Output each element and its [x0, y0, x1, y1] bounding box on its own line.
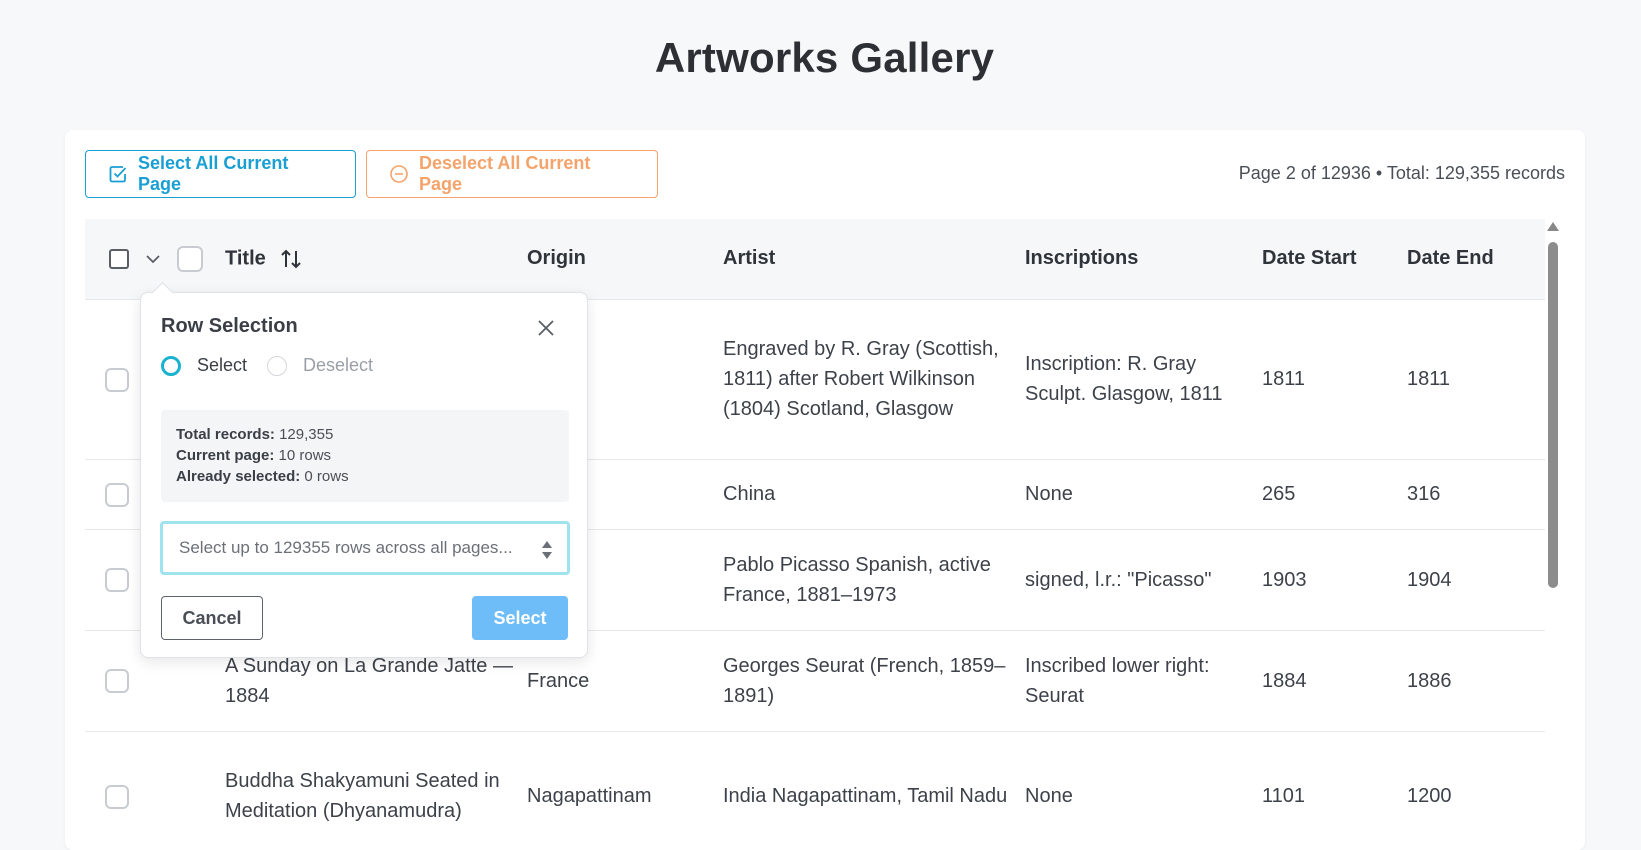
select-all-current-page-button[interactable]: Select All Current Page [85, 150, 356, 198]
cell-date-start: 1811 [1262, 368, 1306, 390]
table-header-row: Title Origin Artist Inscriptions Date St… [85, 219, 1545, 299]
column-header-title-label: Title [225, 247, 266, 270]
cell-date-start: 1903 [1262, 568, 1307, 591]
column-header-origin[interactable]: Origin [527, 219, 723, 299]
cell-date-start: 1884 [1262, 669, 1307, 692]
header-bulk-checkbox[interactable] [177, 245, 203, 272]
minus-circle-icon [390, 165, 408, 183]
pagination-info: Page 2 of 12936 • Total: 129,355 records [1238, 163, 1565, 183]
cell-date-start: 1101 [1262, 785, 1306, 808]
cancel-button[interactable]: Cancel [161, 596, 263, 640]
column-header-inscriptions[interactable]: Inscriptions [1025, 219, 1262, 299]
cell-artist: India Nagapattinam, Tamil Nadu [723, 785, 1008, 808]
scroll-up-arrow-icon[interactable] [1547, 222, 1559, 231]
close-icon[interactable] [533, 315, 559, 341]
cell-inscriptions: signed, l.r.: "Picasso" [1025, 568, 1212, 591]
vertical-scrollbar[interactable] [1545, 222, 1561, 825]
row-checkbox[interactable] [105, 367, 129, 392]
select-button[interactable]: Select [472, 596, 568, 640]
radio-select[interactable] [161, 355, 181, 376]
cell-artist: Georges Seurat (French, 1859–1891) [723, 654, 1006, 707]
scrollbar-thumb[interactable] [1548, 242, 1558, 588]
column-header-artist[interactable]: Artist [723, 219, 1025, 299]
cell-inscriptions: Inscribed lower right: Seurat [1025, 654, 1210, 707]
number-stepper-icon[interactable] [541, 539, 553, 561]
column-header-date-start[interactable]: Date Start [1262, 219, 1407, 299]
deselect-all-current-page-label: Deselect All Current Page [419, 153, 591, 194]
row-selection-popover: Row Selection Select Deselect Total reco… [140, 281, 588, 658]
column-header-date-end[interactable]: Date End [1407, 219, 1545, 299]
column-header-title[interactable]: Title [225, 219, 527, 299]
header-select-checkbox[interactable] [109, 248, 129, 269]
select-all-current-page-label: Select All Current Page [138, 153, 289, 194]
row-checkbox[interactable] [105, 784, 129, 809]
cell-date-end: 1886 [1407, 669, 1452, 692]
cell-inscriptions: Inscription: R. Gray Sculpt. Glasgow, 18… [1025, 353, 1223, 405]
radio-select-label[interactable]: Select [197, 355, 247, 376]
cell-inscriptions: None [1025, 785, 1073, 808]
chevron-down-icon[interactable] [143, 249, 163, 269]
row-count-input[interactable] [177, 537, 536, 559]
sort-icon[interactable] [279, 247, 303, 271]
header-selection-cell [85, 219, 225, 299]
checkbox-check-icon [109, 166, 127, 183]
row-count-input-wrapper [160, 521, 570, 575]
cell-title: Buddha Shakyamuni Seated in Meditation (… [225, 770, 500, 823]
cell-inscriptions: None [1025, 483, 1073, 505]
cell-artist: China [723, 483, 776, 505]
row-checkbox[interactable] [105, 669, 129, 694]
summary-current-page: Current page: 10 rows [176, 447, 332, 464]
cell-date-end: 316 [1407, 483, 1441, 505]
radio-deselect[interactable] [267, 355, 288, 376]
cell-date-end: 1811 [1407, 368, 1451, 390]
cell-date-end: 1200 [1407, 785, 1452, 808]
row-checkbox[interactable] [105, 482, 129, 507]
selection-summary: Total records: 129,355 Current page: 10 … [161, 410, 569, 502]
cell-origin: Nagapattinam [527, 785, 652, 808]
radio-deselect-label[interactable]: Deselect [303, 355, 373, 376]
popover-title: Row Selection [161, 315, 298, 337]
cell-artist: Engraved by R. Gray (Scottish, 1811) aft… [723, 338, 999, 420]
deselect-all-current-page-button[interactable]: Deselect All Current Page [366, 150, 658, 198]
row-checkbox[interactable] [105, 568, 129, 593]
selection-mode-radio-group: Select Deselect [161, 355, 373, 376]
cell-date-end: 1904 [1407, 568, 1452, 591]
page-title: Artworks Gallery [654, 34, 995, 81]
summary-total-records: Total records: 129,355 [176, 426, 334, 443]
cell-artist: Pablo Picasso Spanish, active France, 18… [723, 553, 991, 606]
summary-already-selected: Already selected: 0 rows [176, 468, 349, 485]
cell-date-start: 265 [1262, 483, 1296, 505]
table-row[interactable]: Buddha Shakyamuni Seated in Meditation (… [85, 731, 1545, 825]
